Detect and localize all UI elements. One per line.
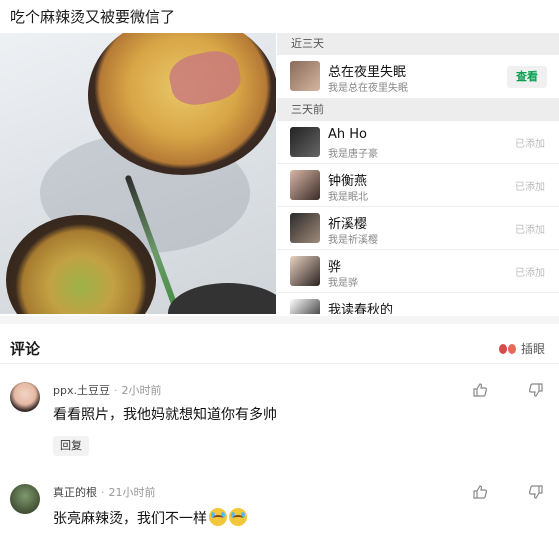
eyes-icon	[498, 343, 517, 355]
avatar	[290, 213, 320, 243]
avatar	[290, 256, 320, 286]
dislike-icon[interactable]	[528, 484, 544, 500]
insert-eye-button[interactable]: 插眼	[498, 340, 545, 357]
avatar[interactable]	[10, 382, 40, 412]
comments-header: 评论 插眼	[0, 330, 559, 364]
contact-message: 我是总在夜里失眠	[328, 83, 408, 94]
contact-name: 钟衡燕	[328, 174, 368, 189]
comment-text: 看看照片，我他妈就想知道你有多帅	[53, 407, 277, 423]
comment-meta: 真正的根 · 21小时前	[53, 484, 156, 500]
contact-message: 我是祈溪樱	[328, 235, 378, 246]
comment-text-content: 张亮麻辣烫，我们不一样	[53, 511, 207, 527]
meta-separator: ·	[113, 384, 118, 397]
contact-message: 我是眠北	[328, 192, 368, 203]
insert-eye-label: 插眼	[520, 342, 545, 356]
contact-name: 总在夜里失眠	[328, 65, 407, 80]
view-button[interactable]: 查看	[507, 66, 547, 88]
avatar	[290, 127, 320, 157]
contact-name: Ah Ho	[328, 127, 367, 142]
contact-message: 我是唐子豪	[328, 149, 378, 160]
contact-row[interactable]: Ah Ho 我是唐子豪 已添加	[277, 121, 559, 164]
added-status: 已添加	[515, 268, 545, 279]
section-header-older: 三天前	[277, 99, 559, 121]
contact-row[interactable]: 骅 我是骅 已添加	[277, 250, 559, 293]
avatar	[290, 299, 320, 314]
reply-button[interactable]: 回复	[53, 436, 89, 456]
crying-emoji-icon	[209, 508, 227, 526]
contact-name: 骅	[328, 260, 342, 275]
comment-time: 21小时前	[108, 486, 156, 499]
avatar	[290, 170, 320, 200]
avatar	[290, 61, 320, 91]
dislike-icon[interactable]	[528, 382, 544, 398]
comment-item: ppx.土豆豆 · 2小时前 看看照片，我他妈就想知道你有多帅 回复	[0, 378, 559, 463]
contact-row[interactable]: 我读春秋的	[277, 293, 559, 314]
comment-time: 2小时前	[121, 384, 162, 397]
contact-row[interactable]: 总在夜里失眠 我是总在夜里失眠 查看	[277, 55, 559, 99]
added-status: 已添加	[515, 139, 545, 150]
comments-title: 评论	[10, 340, 41, 358]
section-divider	[0, 316, 559, 324]
contact-message: 我是骅	[328, 278, 358, 289]
section-header-recent: 近三天	[277, 33, 559, 55]
avatar[interactable]	[10, 484, 40, 514]
added-status: 已添加	[515, 182, 545, 193]
contact-row[interactable]: 祈溪樱 我是祈溪樱 已添加	[277, 207, 559, 250]
meta-separator: ·	[101, 486, 105, 499]
like-icon[interactable]	[472, 382, 488, 398]
dark-object	[168, 283, 276, 314]
friend-request-list: 近三天 总在夜里失眠 我是总在夜里失眠 查看 三天前 Ah Ho 我是唐子豪 已…	[277, 33, 559, 314]
like-icon[interactable]	[472, 484, 488, 500]
contact-name: 我读春秋的	[328, 303, 394, 314]
post-title: 吃个麻辣烫又被要微信了	[10, 8, 176, 26]
post-photo[interactable]	[0, 33, 276, 314]
comment-item: 真正的根 · 21小时前 张亮麻辣烫，我们不一样	[0, 480, 559, 536]
added-status: 已添加	[515, 225, 545, 236]
comment-username[interactable]: ppx.土豆豆	[53, 384, 110, 397]
crying-emoji-icon	[229, 508, 247, 526]
comment-text: 张亮麻辣烫，我们不一样	[53, 508, 247, 528]
contact-row[interactable]: 钟衡燕 我是眠北 已添加	[277, 164, 559, 207]
comment-username[interactable]: 真正的根	[53, 486, 97, 499]
comment-meta: ppx.土豆豆 · 2小时前	[53, 382, 161, 398]
contact-name: 祈溪樱	[328, 217, 368, 232]
